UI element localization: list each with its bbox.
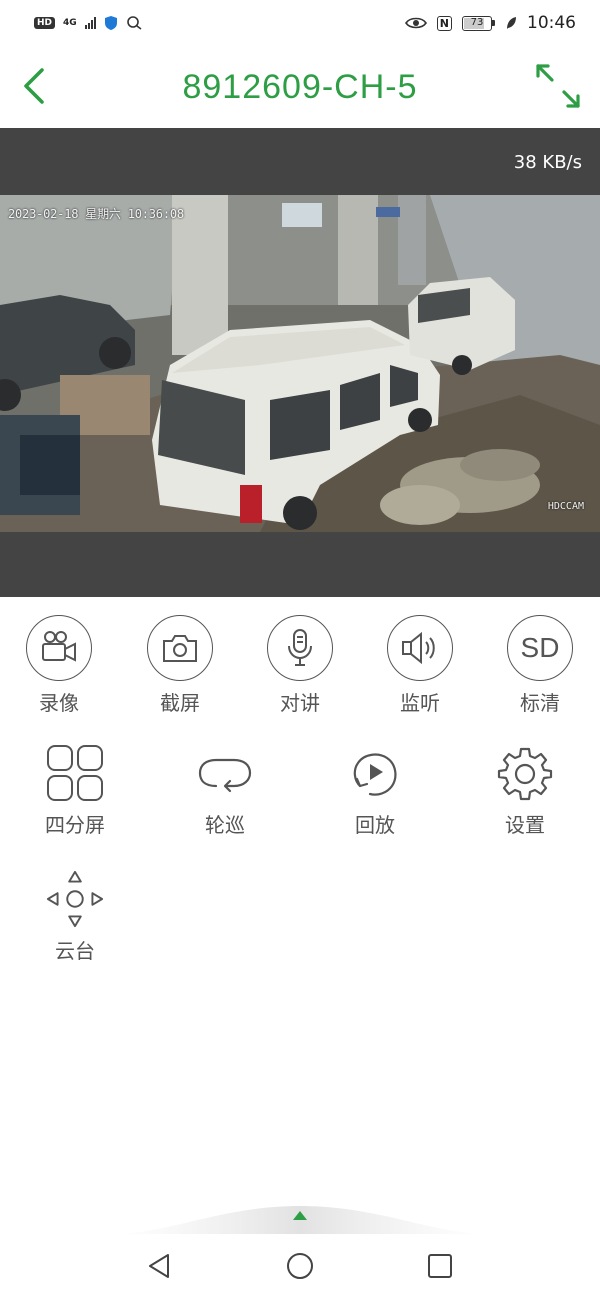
screenshot-button[interactable]: 截屏 (147, 615, 213, 716)
quality-label: 标清 (520, 691, 560, 715)
circle-home-icon (287, 1252, 313, 1279)
video-panel[interactable]: 38 KB/s 2023-02-18 星期六 10:36:08 HDCCAM (0, 128, 600, 597)
pull-up-handle[interactable] (0, 1198, 600, 1234)
battery-level: 73 (470, 16, 484, 28)
patrol-label: 轮巡 (205, 813, 245, 837)
grid-icon (45, 743, 105, 803)
quad-screen-label: 四分屏 (45, 813, 105, 837)
playback-label: 回放 (355, 813, 395, 837)
screenshot-label: 截屏 (160, 691, 200, 715)
chevron-left-icon (24, 68, 44, 104)
shield-icon (104, 16, 117, 30)
osd-timestamp: 2023-02-18 星期六 10:36:08 (8, 207, 184, 221)
network-type-label: 4G (63, 17, 77, 28)
signal-icon (84, 17, 96, 29)
patrol-button[interactable]: 轮巡 (180, 743, 270, 838)
loop-icon (195, 743, 255, 803)
speaker-icon (387, 615, 453, 681)
settings-label: 设置 (505, 813, 545, 837)
nav-back-button[interactable] (130, 1236, 190, 1296)
sd-quality-text: SD (520, 632, 560, 663)
dpad-icon (45, 869, 105, 929)
page-title: 8912609-CH-5 (182, 67, 418, 106)
settings-button[interactable]: 设置 (480, 743, 570, 838)
camera-feed-image (0, 195, 600, 532)
talk-button[interactable]: 对讲 (267, 615, 333, 716)
gear-icon (495, 743, 555, 803)
listen-button[interactable]: 监听 (387, 615, 453, 716)
search-sync-icon (126, 16, 142, 30)
system-nav-bar (0, 1234, 600, 1297)
square-recents-icon (428, 1253, 452, 1278)
record-label: 录像 (39, 691, 79, 715)
back-button[interactable] (16, 64, 56, 108)
playback-button[interactable]: 回放 (330, 743, 420, 838)
eye-icon (404, 17, 427, 29)
nfc-icon: N (436, 15, 452, 31)
battery-icon: 73 (462, 15, 495, 31)
nav-home-button[interactable] (270, 1236, 330, 1296)
expand-icon (536, 64, 580, 108)
quality-button[interactable]: SD 标清 (507, 615, 573, 716)
quad-screen-button[interactable]: 四分屏 (30, 743, 120, 838)
fullscreen-button[interactable] (534, 62, 582, 110)
microphone-icon (267, 615, 333, 681)
sd-quality-badge: SD (507, 615, 573, 681)
osd-camera-name: HDCCAM (547, 501, 584, 512)
camera-icon (147, 615, 213, 681)
camera-feed[interactable]: 2023-02-18 星期六 10:36:08 HDCCAM (0, 195, 600, 532)
listen-label: 监听 (400, 691, 440, 715)
hd-badge: HD (34, 17, 56, 29)
ptz-label: 云台 (55, 939, 95, 963)
pull-up-arrow-icon (110, 1206, 490, 1234)
nav-recents-button[interactable] (410, 1236, 470, 1296)
leaf-icon (507, 17, 516, 29)
header: 8912609-CH-5 (0, 46, 600, 128)
ptz-button[interactable]: 云台 (30, 869, 120, 964)
bitrate-label: 38 KB/s (513, 152, 582, 173)
talk-label: 对讲 (280, 691, 320, 715)
record-button[interactable]: 录像 (26, 615, 92, 716)
video-camera-icon (26, 615, 92, 681)
replay-icon (345, 743, 405, 803)
status-time: 10:46 (527, 13, 576, 33)
triangle-back-icon (149, 1253, 169, 1278)
status-bar: HD 4G N 73 10:46 (0, 0, 600, 46)
